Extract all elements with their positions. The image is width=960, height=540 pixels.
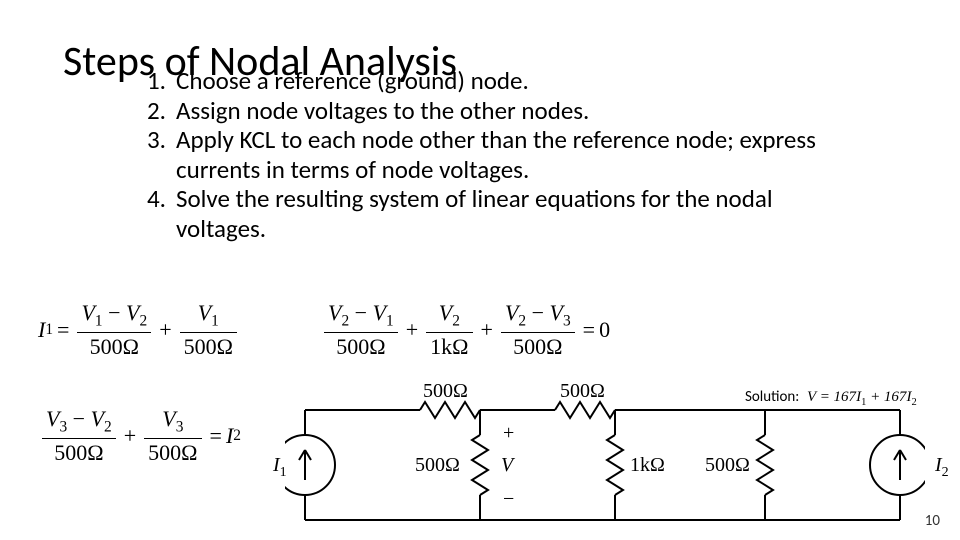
label-i1: I1 [273, 454, 287, 481]
label-minus: − [503, 488, 514, 511]
step-text: Assign node voltages to the other nodes. [176, 96, 846, 126]
steps-list: 1. Choose a reference (ground) node. 2. … [126, 66, 846, 243]
step-text: Choose a reference (ground) node. [176, 66, 846, 96]
step-num: 3. [126, 125, 176, 184]
label-v: V [501, 454, 513, 476]
label-r-right: 500Ω [705, 454, 750, 477]
label-i2: I2 [935, 454, 960, 481]
label-r-top1: 500Ω [423, 380, 468, 403]
label-r-mid1: 500Ω [415, 454, 460, 477]
step-num: 2. [126, 96, 176, 126]
step-text: Apply KCL to each node other than the re… [176, 125, 846, 184]
equation-1: I1 = V1 − V2 500Ω + V1 500Ω [38, 302, 241, 358]
step-4: 4. Solve the resulting system of linear … [126, 184, 846, 243]
label-plus: + [503, 422, 514, 445]
label-r-mid2: 1kΩ [630, 454, 665, 477]
equation-2: V2 − V1 500Ω + V2 1kΩ + V2 − V3 500Ω = 0 [320, 302, 610, 358]
step-3: 3. Apply KCL to each node other than the… [126, 125, 846, 184]
page-number: 10 [925, 512, 940, 530]
step-num: 4. [126, 184, 176, 243]
step-num: 1. [126, 66, 176, 96]
step-text: Solve the resulting system of linear equ… [176, 184, 846, 243]
step-2: 2. Assign node voltages to the other nod… [126, 96, 846, 126]
step-1: 1. Choose a reference (ground) node. [126, 66, 846, 96]
equation-3: V3 − V2 500Ω + V3 500Ω = I2 [38, 408, 241, 464]
solution-text: Solution: V = 167I1 + 167I2 [745, 388, 917, 408]
label-r-top2: 500Ω [560, 380, 605, 403]
